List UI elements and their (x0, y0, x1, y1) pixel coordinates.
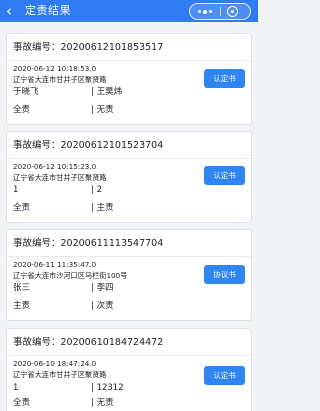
accident-address: 辽宁省大连市沙河口区马栏街100号 (13, 271, 128, 280)
party-b-responsibility: | 次责 (91, 301, 114, 311)
record-card[interactable]: 事故编号：20200612101523704 2020-06-12 10:15:… (6, 131, 252, 223)
accident-datetime: 2020-06-12 10:15:23.0 (13, 162, 97, 171)
mini-program-capsule (189, 3, 251, 20)
accident-number: 事故编号：20200611113547704 (13, 238, 164, 249)
record-card[interactable]: 事故编号：20200610184724472 2020-06-10 18:47:… (6, 328, 252, 411)
accident-number: 事故编号：20200610184724472 (13, 337, 164, 348)
view-document-button[interactable]: 协议书 (204, 265, 245, 284)
accident-number: 事故编号：20200612101523704 (13, 140, 164, 151)
party-a-responsibility: 全责 (13, 203, 31, 213)
card-divider (7, 256, 251, 257)
party-a-responsibility: 全责 (13, 105, 31, 115)
back-arrow-icon[interactable]: ‹ (6, 2, 20, 20)
card-divider (7, 158, 251, 159)
card-divider (7, 60, 251, 61)
party-a-name: 于晓飞 (13, 87, 39, 97)
accident-address: 辽宁省大连市甘井子区聚贤路 (13, 370, 107, 379)
party-a-name: 张三 (13, 283, 31, 293)
accident-datetime: 2020-06-12 10:18:53.0 (13, 64, 97, 73)
record-card[interactable]: 事故编号：20200612101853517 2020-06-12 10:18:… (6, 33, 252, 125)
party-b-responsibility: | 无责 (91, 105, 114, 115)
party-b-name: | 李四 (91, 283, 114, 293)
party-b-name: | 2 (91, 185, 102, 195)
capsule-divider (220, 7, 221, 16)
accident-address: 辽宁省大连市甘井子区聚贤路 (13, 173, 107, 182)
close-icon[interactable] (227, 6, 238, 17)
page-title: 定责结果 (25, 4, 71, 17)
party-b-name: | 王昊炜 (91, 87, 123, 97)
view-document-button[interactable]: 认定书 (204, 166, 245, 185)
party-a-responsibility: 主责 (13, 301, 31, 311)
party-b-responsibility: | 主责 (91, 203, 114, 213)
accident-datetime: 2020-06-11 11:35:47.0 (13, 260, 97, 269)
more-icon[interactable] (190, 4, 220, 19)
party-a-name: 1 (13, 185, 19, 195)
card-divider (7, 355, 251, 356)
view-document-button[interactable]: 认定书 (204, 69, 245, 88)
party-a-name: 1 (13, 383, 19, 393)
accident-datetime: 2020-06-10 18:47:24.0 (13, 359, 97, 368)
record-card[interactable]: 事故编号：20200611113547704 2020-06-11 11:35:… (6, 229, 252, 321)
accident-address: 辽宁省大连市甘井子区聚贤路 (13, 75, 107, 84)
party-b-name: | 12312 (91, 383, 124, 393)
nav-bar: ‹ 定责结果 (0, 0, 258, 22)
accident-number: 事故编号：20200612101853517 (13, 42, 164, 53)
party-a-responsibility: 全责 (13, 398, 31, 408)
party-b-responsibility: | 无责 (91, 398, 114, 408)
view-document-button[interactable]: 认定书 (204, 366, 245, 385)
